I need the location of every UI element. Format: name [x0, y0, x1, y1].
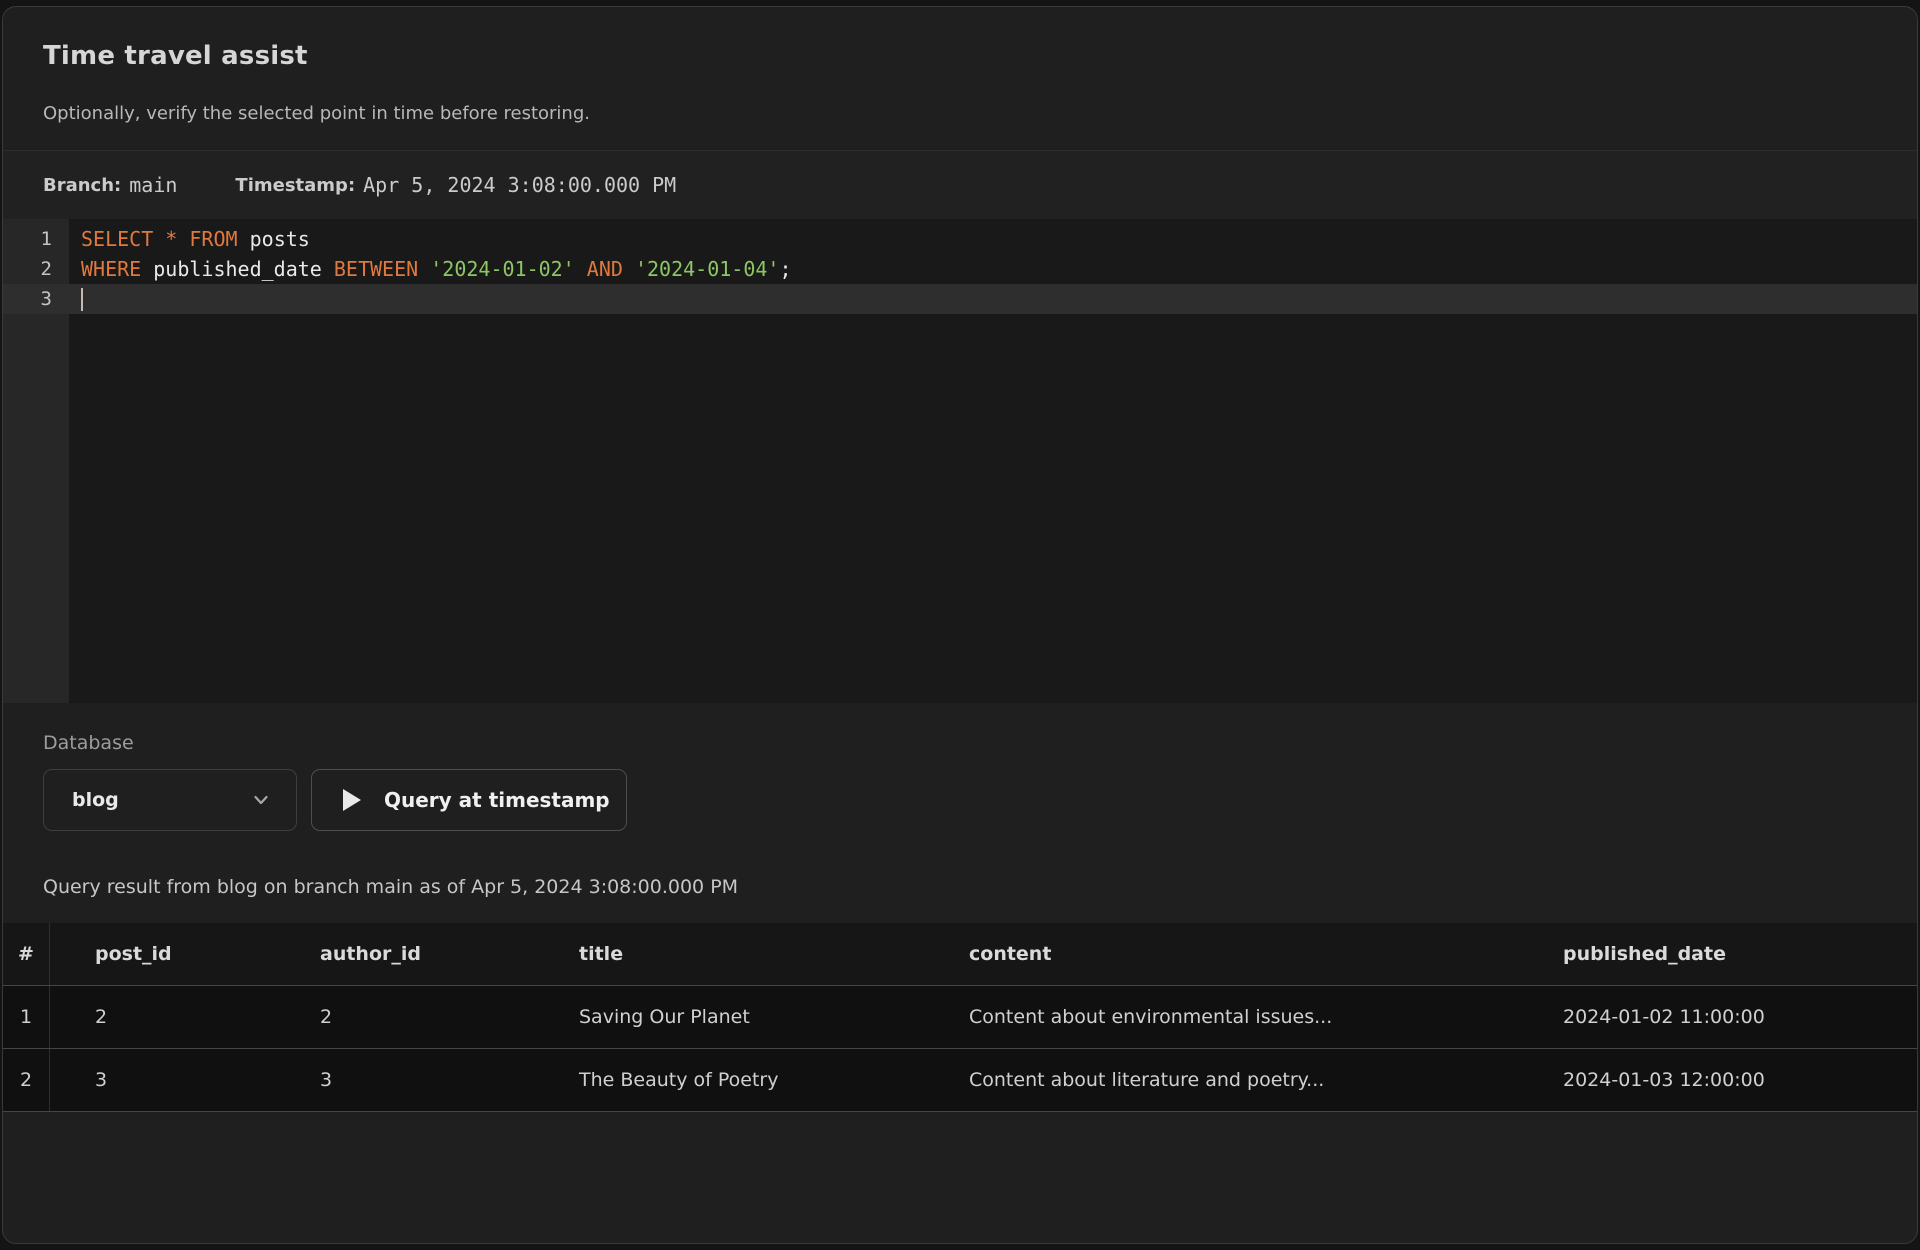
timestamp-value: Apr 5, 2024 3:08:00.000 PM: [363, 173, 676, 197]
line-code: SELECT * FROM posts: [69, 224, 310, 254]
table-header-row: #post_idauthor_idtitlecontentpublished_d…: [3, 923, 1917, 986]
table-cell: 2: [275, 986, 534, 1048]
code-line[interactable]: 3: [3, 284, 1917, 314]
column-header: author_id: [275, 923, 534, 985]
play-icon: [342, 788, 362, 812]
code-line[interactable]: 1SELECT * FROM posts: [3, 224, 1917, 254]
table-cell: 2024-01-02 11:00:00: [1518, 986, 1917, 1048]
code-lines: 1SELECT * FROM posts2WHERE published_dat…: [3, 219, 1917, 314]
branch-label: Branch:: [43, 175, 121, 196]
column-header: content: [924, 923, 1518, 985]
result-table: #post_idauthor_idtitlecontentpublished_d…: [3, 923, 1917, 1112]
timestamp-label: Timestamp:: [235, 175, 355, 196]
table-cell: 1: [3, 986, 50, 1048]
code-line[interactable]: 2WHERE published_date BETWEEN '2024-01-0…: [3, 254, 1917, 284]
query-at-timestamp-button[interactable]: Query at timestamp: [311, 769, 627, 831]
table-cell: The Beauty of Poetry: [534, 1049, 924, 1111]
table-cell: 3: [50, 1049, 275, 1111]
line-number: 1: [3, 224, 69, 254]
line-number: 3: [3, 284, 69, 314]
table-body: 122Saving Our PlanetContent about enviro…: [3, 986, 1917, 1112]
database-label: Database: [43, 732, 134, 754]
database-select[interactable]: blog: [43, 769, 297, 831]
table-cell: 2: [3, 1049, 50, 1111]
branch-timestamp-bar: Branch: main Timestamp: Apr 5, 2024 3:08…: [3, 151, 1917, 219]
page-title: Time travel assist: [43, 41, 308, 71]
query-at-timestamp-label: Query at timestamp: [384, 788, 610, 812]
column-header: post_id: [50, 923, 275, 985]
table-row: 122Saving Our PlanetContent about enviro…: [3, 986, 1917, 1049]
sql-editor[interactable]: 1SELECT * FROM posts2WHERE published_dat…: [3, 219, 1917, 703]
table-cell: Saving Our Planet: [534, 986, 924, 1048]
page-subtitle: Optionally, verify the selected point in…: [43, 103, 590, 124]
table-cell: 2: [50, 986, 275, 1048]
column-header: title: [534, 923, 924, 985]
text-cursor: [81, 288, 83, 311]
table-row: 233The Beauty of PoetryContent about lit…: [3, 1049, 1917, 1112]
line-code: WHERE published_date BETWEEN '2024-01-02…: [69, 254, 792, 284]
table-cell: 3: [275, 1049, 534, 1111]
chevron-down-icon: [250, 789, 272, 811]
line-number: 2: [3, 254, 69, 284]
line-code: [69, 284, 83, 314]
table-cell: Content about literature and poetry...: [924, 1049, 1518, 1111]
table-cell: Content about environmental issues...: [924, 986, 1518, 1048]
column-header: published_date: [1518, 923, 1917, 985]
branch-value: main: [129, 173, 177, 197]
database-select-value: blog: [72, 789, 119, 811]
query-result-summary: Query result from blog on branch main as…: [43, 876, 738, 898]
table-cell: 2024-01-03 12:00:00: [1518, 1049, 1917, 1111]
column-header: #: [3, 923, 50, 985]
time-travel-assist-panel: Time travel assist Optionally, verify th…: [2, 6, 1918, 1244]
